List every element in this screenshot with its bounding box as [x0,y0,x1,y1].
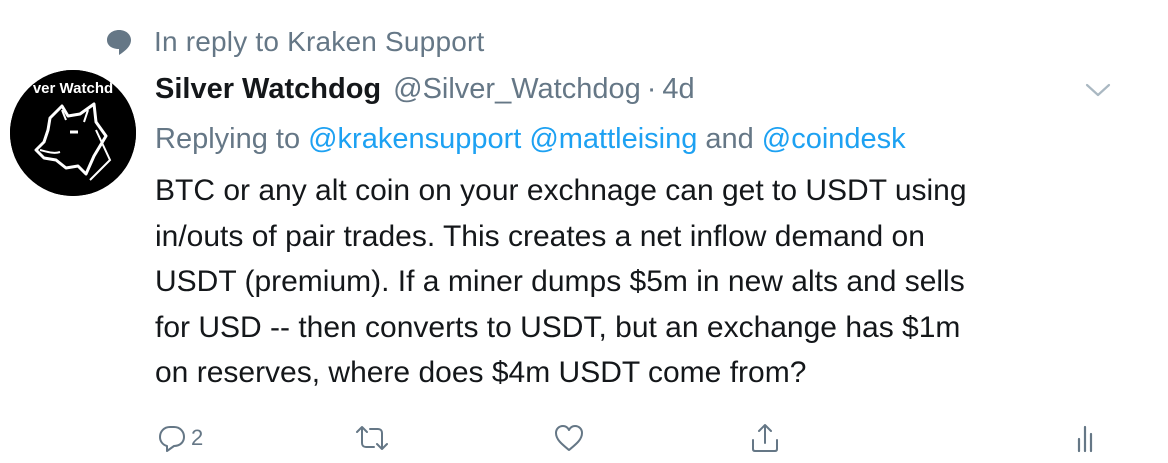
tweet-body: BTC or any alt coin on your exchnage can… [155,168,1145,396]
avatar-logo-text: ver Watchd [33,80,113,97]
tweet-body-line: USDT (premium). If a miner dumps $5m in … [155,265,965,298]
reply-count: 2 [191,425,204,450]
retweet-button[interactable] [355,418,389,458]
replying-prefix: Replying to [155,122,301,155]
mention-link[interactable]: @krakensupport [308,123,521,156]
user-handle[interactable]: @Silver_Watchdog [393,73,641,106]
share-icon [752,424,778,452]
analytics-icon [1077,425,1093,453]
timestamp[interactable]: 4d [662,73,694,106]
avatar[interactable]: ver Watchd [10,70,136,196]
like-button[interactable] [553,418,585,458]
reply-button[interactable]: 2 [157,418,203,458]
mention-link[interactable]: @mattleising [529,123,697,156]
replying-to-line: Replying to @krakensupport @mattleising … [155,118,906,160]
share-button[interactable] [750,418,780,458]
and-text: and [705,122,754,155]
chevron-down-icon[interactable] [1084,80,1112,100]
in-reply-text: In reply to Kraken Support [154,26,485,57]
speech-bubble-icon [107,30,131,55]
like-icon [555,425,583,451]
tweet-body-line: for USD -- then converts to USDT, but an… [155,310,961,344]
reply-icon [159,426,185,452]
mention-link[interactable]: @coindesk [762,123,906,156]
tweet-header: Silver Watchdog @Silver_Watchdog · 4d [155,68,695,110]
display-name[interactable]: Silver Watchdog [155,73,381,106]
tweet-actions: 2 [0,418,1168,458]
in-reply-context[interactable]: In reply to Kraken Support [104,22,485,62]
tweet-body-line: on reserves, where does $4m USDT come fr… [155,356,807,389]
separator-dot: · [646,72,657,105]
analytics-button[interactable] [1075,418,1099,458]
tweet-body-line: BTC or any alt coin on your exchnage can… [155,174,967,207]
retweet-icon [356,426,388,450]
avatar-image: ver Watchd [10,70,136,196]
tweet-body-line: in/outs of pair trades. This creates a n… [155,219,925,253]
